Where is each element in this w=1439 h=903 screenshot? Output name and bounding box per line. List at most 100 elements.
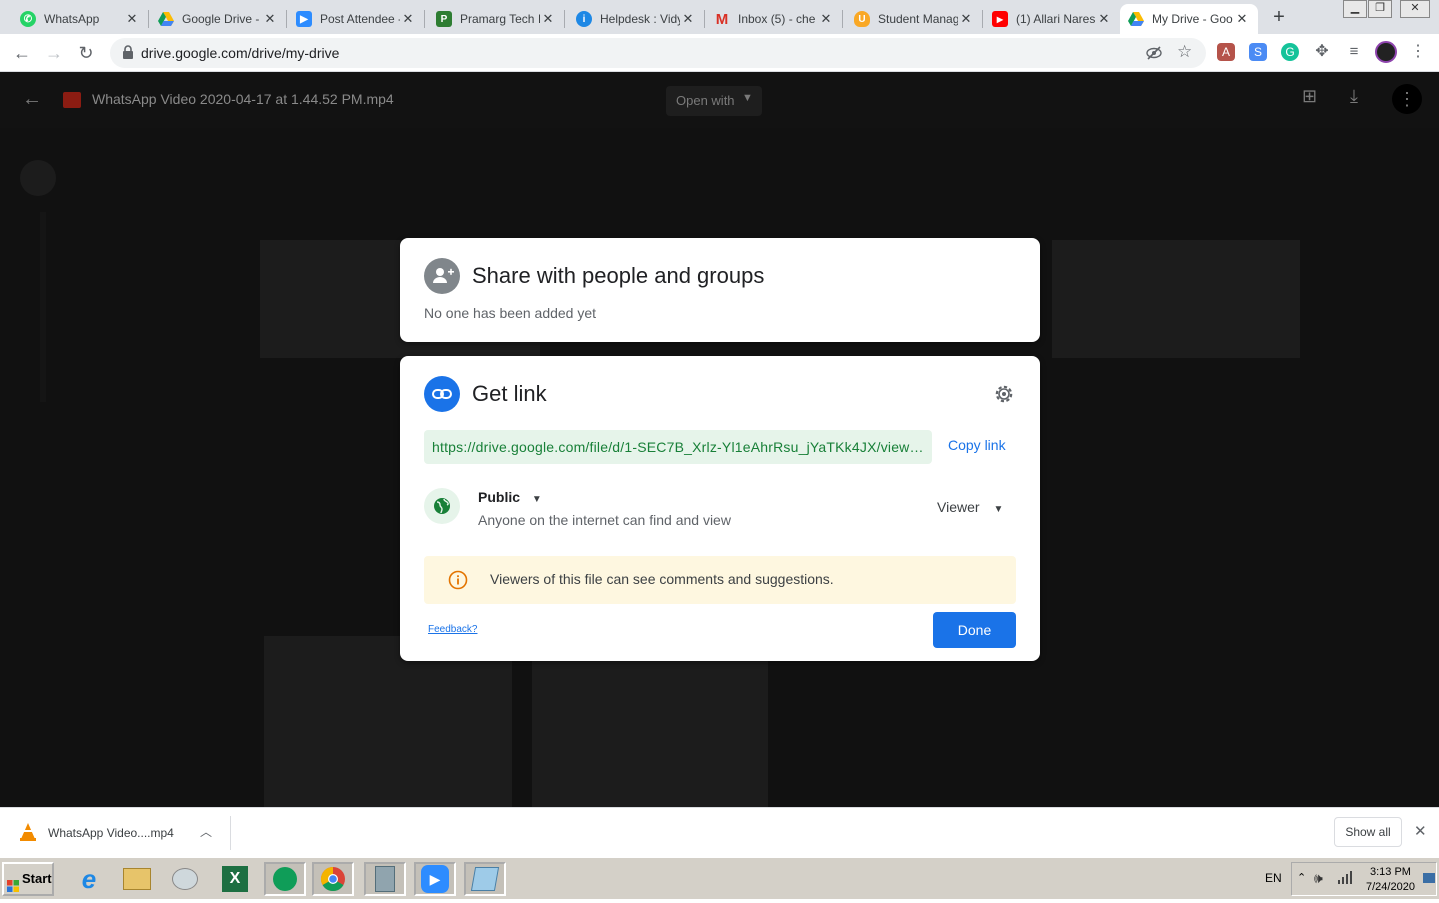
volume-icon[interactable]: 🕪 bbox=[1314, 870, 1323, 887]
zoom-icon[interactable]: ▶ bbox=[414, 862, 456, 896]
share-dialog-title: Share with people and groups bbox=[472, 263, 765, 288]
reload-button[interactable]: ↻ bbox=[75, 42, 97, 64]
internet-explorer-icon[interactable]: e bbox=[68, 862, 110, 896]
screencast-extension-icon[interactable]: S bbox=[1249, 43, 1267, 61]
forward-button[interactable]: → bbox=[43, 42, 65, 64]
notice-text: Viewers of this file can see comments an… bbox=[490, 571, 834, 587]
share-people-card: Share with people and groups No one has … bbox=[400, 238, 1040, 342]
youtube-icon: ▶ bbox=[992, 11, 1008, 27]
new-button-shadow bbox=[20, 160, 56, 196]
show-desktop-icon[interactable] bbox=[1423, 873, 1435, 883]
tab-divider bbox=[704, 10, 705, 28]
file-preview-topbar: ← WhatsApp Video 2020-04-17 at 1.44.52 P… bbox=[0, 72, 1439, 128]
pdf-extension-icon[interactable]: A bbox=[1217, 43, 1235, 61]
close-tab-icon[interactable]: ✕ bbox=[262, 11, 278, 27]
share-dialog-subtitle[interactable]: No one has been added yet bbox=[424, 305, 596, 321]
done-button[interactable]: Done bbox=[933, 612, 1016, 648]
tab-title: Helpdesk : Vidy bbox=[600, 12, 680, 26]
start-label: Start bbox=[22, 871, 52, 886]
tracking-blocked-icon[interactable] bbox=[1146, 45, 1162, 66]
feedback-link[interactable]: Feedback? bbox=[428, 624, 477, 635]
access-level-dropdown[interactable]: Public ▼ bbox=[478, 489, 542, 505]
paint-icon[interactable] bbox=[164, 862, 206, 896]
add-person-icon bbox=[424, 258, 460, 294]
extensions-puzzle-icon[interactable]: ✥ bbox=[1313, 43, 1331, 61]
back-arrow-icon[interactable]: ← bbox=[22, 88, 42, 111]
tab-google-drive[interactable]: Google Drive - A ✕ bbox=[150, 4, 286, 34]
minimize-button[interactable]: ▁ bbox=[1343, 0, 1367, 18]
tab-post-attendee[interactable]: ▶ Post Attendee - ✕ bbox=[288, 4, 424, 34]
windows-logo-icon bbox=[7, 873, 19, 892]
download-icon[interactable]: ⤓ bbox=[1350, 86, 1358, 107]
grammarly-extension-icon[interactable]: G bbox=[1281, 43, 1299, 61]
show-all-button[interactable]: Show all bbox=[1334, 817, 1402, 847]
open-with-button[interactable]: Open with ▼ bbox=[666, 86, 762, 116]
excel-icon[interactable]: X bbox=[214, 862, 256, 896]
close-tab-icon[interactable]: ✕ bbox=[958, 11, 974, 27]
language-indicator[interactable]: EN bbox=[1265, 871, 1282, 885]
chevron-up-icon[interactable]: ⌃ bbox=[1297, 871, 1306, 884]
more-options-icon[interactable]: ⋮ bbox=[1392, 84, 1422, 114]
vlc-file-icon bbox=[20, 823, 36, 846]
hangouts-chat-icon[interactable] bbox=[264, 862, 306, 896]
info-icon bbox=[448, 570, 468, 595]
lock-icon bbox=[122, 45, 134, 64]
whatsapp-icon: ✆ bbox=[20, 11, 36, 27]
chrome-icon[interactable] bbox=[312, 862, 354, 896]
gmail-icon: M bbox=[715, 10, 729, 28]
share-link-field[interactable]: https://drive.google.com/file/d/1-SEC7B_… bbox=[424, 430, 932, 464]
student-portal-icon: U bbox=[854, 11, 870, 27]
calculator-icon[interactable] bbox=[364, 862, 406, 896]
role-dropdown[interactable]: Viewer ▼ bbox=[937, 499, 1003, 515]
close-tab-icon[interactable]: ✕ bbox=[124, 11, 140, 27]
clock-date[interactable]: 7/24/2020 bbox=[1366, 881, 1415, 893]
role-label: Viewer bbox=[937, 499, 980, 515]
media-control-icon[interactable]: ≡ bbox=[1345, 43, 1363, 61]
windows-taskbar: Start e X ▶ EN ⌃ 🕪 3:13 PM 7/24/2020 bbox=[0, 857, 1439, 899]
tab-youtube[interactable]: ▶ (1) Allari Naresh ✕ bbox=[984, 4, 1120, 34]
browser-menu-icon[interactable]: ⋮ bbox=[1409, 43, 1427, 61]
tab-student-management[interactable]: U Student Manag ✕ bbox=[846, 4, 982, 34]
tab-helpdesk[interactable]: i Helpdesk : Vidy ✕ bbox=[568, 4, 704, 34]
clock-time[interactable]: 3:13 PM bbox=[1370, 866, 1411, 878]
google-drive-icon bbox=[1128, 11, 1144, 27]
chevron-down-icon: ▼ bbox=[742, 92, 753, 104]
chevron-down-icon: ▼ bbox=[531, 494, 542, 505]
restore-button[interactable]: ❐ bbox=[1368, 0, 1392, 18]
download-file-name[interactable]: WhatsApp Video....mp4 bbox=[48, 826, 174, 840]
tab-title: Google Drive - A bbox=[182, 12, 262, 26]
chevron-up-icon[interactable]: ︿ bbox=[200, 823, 212, 840]
close-window-button[interactable]: ✕ bbox=[1400, 0, 1430, 18]
bookmark-star-icon[interactable]: ☆ bbox=[1177, 42, 1192, 62]
close-tab-icon[interactable]: ✕ bbox=[1096, 11, 1112, 27]
add-comment-icon[interactable]: ⊞ bbox=[1302, 86, 1317, 107]
close-tab-icon[interactable]: ✕ bbox=[818, 11, 834, 27]
tab-gmail[interactable]: M Inbox (5) - che ✕ bbox=[706, 4, 842, 34]
file-explorer-icon[interactable] bbox=[116, 862, 158, 896]
gear-icon[interactable] bbox=[992, 382, 1016, 411]
system-tray: ⌃ 🕪 3:13 PM 7/24/2020 bbox=[1291, 862, 1437, 896]
close-tab-icon[interactable]: ✕ bbox=[680, 11, 696, 27]
tab-divider bbox=[148, 10, 149, 28]
tab-divider bbox=[286, 10, 287, 28]
tab-title: (1) Allari Naresh bbox=[1016, 12, 1096, 26]
copy-link-button[interactable]: Copy link bbox=[948, 437, 1006, 453]
pramarg-icon: P bbox=[436, 11, 452, 27]
address-bar[interactable]: drive.google.com/drive/my-drive ☆ bbox=[110, 38, 1206, 68]
close-tab-icon[interactable]: ✕ bbox=[540, 11, 556, 27]
tab-my-drive[interactable]: My Drive - Goo ✕ bbox=[1120, 4, 1258, 34]
access-level-label: Public bbox=[478, 489, 521, 505]
close-icon[interactable]: ✕ bbox=[1414, 822, 1427, 840]
sidebar-shadow bbox=[40, 212, 46, 402]
new-tab-button[interactable]: + bbox=[1268, 6, 1290, 28]
notepad-icon[interactable] bbox=[464, 862, 506, 896]
url-text: drive.google.com/drive/my-drive bbox=[141, 45, 340, 61]
back-button[interactable]: ← bbox=[11, 42, 33, 64]
start-button[interactable]: Start bbox=[2, 862, 54, 896]
tab-whatsapp[interactable]: ✆ WhatsApp ✕ bbox=[12, 4, 148, 34]
close-tab-icon[interactable]: ✕ bbox=[400, 11, 416, 27]
close-tab-icon[interactable]: ✕ bbox=[1234, 11, 1250, 27]
profile-avatar[interactable] bbox=[1375, 41, 1397, 63]
tab-pramarg[interactable]: P Pramarg Tech I ✕ bbox=[428, 4, 564, 34]
network-icon[interactable] bbox=[1337, 870, 1353, 889]
